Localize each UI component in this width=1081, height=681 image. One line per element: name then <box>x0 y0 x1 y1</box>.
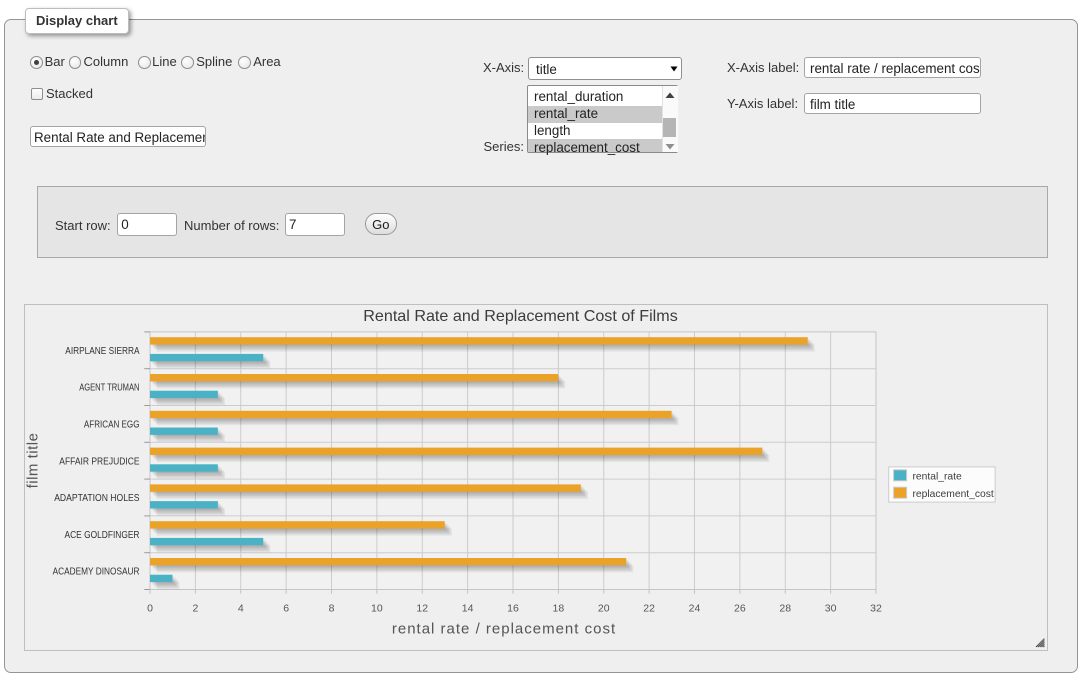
svg-text:rental_rate: rental_rate <box>913 472 963 483</box>
svg-text:6: 6 <box>283 603 289 615</box>
svg-text:0: 0 <box>147 603 153 615</box>
svg-text:14: 14 <box>462 603 474 615</box>
svg-text:replacement_cost: replacement_cost <box>913 489 994 500</box>
svg-text:4: 4 <box>238 603 244 615</box>
svg-text:26: 26 <box>734 603 746 615</box>
svg-text:24: 24 <box>689 603 701 615</box>
svg-text:18: 18 <box>553 603 565 615</box>
svg-text:AFFAIR PREJUDICE: AFFAIR PREJUDICE <box>59 456 139 467</box>
svg-text:8: 8 <box>329 603 335 615</box>
svg-text:20: 20 <box>598 603 610 615</box>
svg-text:12: 12 <box>416 603 428 615</box>
svg-text:Rental Rate and Replacement Co: Rental Rate and Replacement Cost of Film… <box>363 308 678 325</box>
svg-text:ADAPTATION HOLES: ADAPTATION HOLES <box>54 493 140 504</box>
svg-text:10: 10 <box>371 603 383 615</box>
svg-text:28: 28 <box>779 603 791 615</box>
svg-text:32: 32 <box>870 603 882 615</box>
svg-text:AFRICAN EGG: AFRICAN EGG <box>84 420 140 431</box>
svg-text:30: 30 <box>825 603 837 615</box>
svg-text:AGENT TRUMAN: AGENT TRUMAN <box>79 383 139 394</box>
svg-text:AIRPLANE SIERRA: AIRPLANE SIERRA <box>65 346 139 357</box>
svg-text:ACE GOLDFINGER: ACE GOLDFINGER <box>65 530 140 541</box>
svg-text:ACADEMY DINOSAUR: ACADEMY DINOSAUR <box>53 567 140 578</box>
svg-text:16: 16 <box>507 603 519 615</box>
svg-text:rental rate / replacement cost: rental rate / replacement cost <box>392 621 616 638</box>
svg-text:2: 2 <box>192 603 198 615</box>
svg-text:film title: film title <box>25 433 42 489</box>
svg-text:22: 22 <box>643 603 655 615</box>
